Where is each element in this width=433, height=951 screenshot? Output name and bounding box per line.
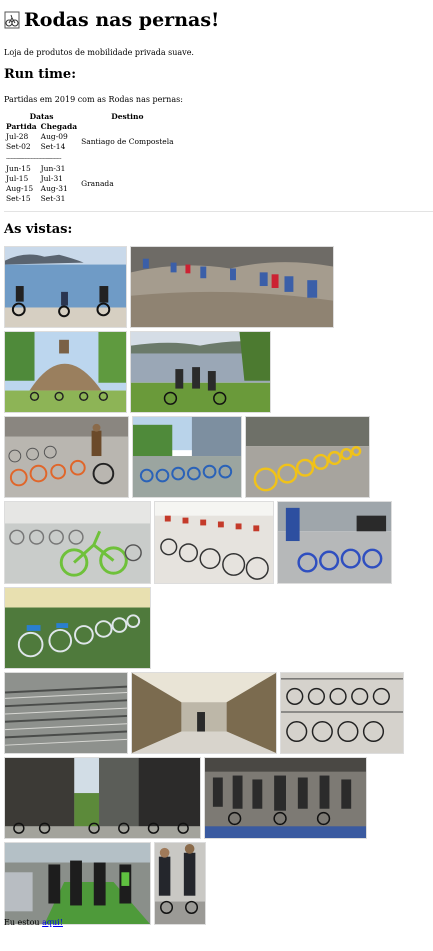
location-link[interactable]: aqui! <box>42 918 63 927</box>
footer: Eu estou aqui! <box>4 918 63 927</box>
arrival-cell: Jun-31 <box>40 164 66 173</box>
table-row: Jul-28 Aug-09 Santiago de Compostela <box>4 132 176 146</box>
photo-gallery <box>4 246 433 925</box>
departure-cell: Jun-15 <box>6 164 31 173</box>
photo-stupa-cyclists <box>4 331 127 413</box>
photo-yellow-share-bikes <box>245 416 370 498</box>
arrival-cell: Aug-09 <box>40 132 68 141</box>
destination-cell: Santiago de Compostela <box>81 137 174 146</box>
departure-cell: Set-15 <box>6 194 31 203</box>
arrival-header: Chegada <box>40 122 78 131</box>
table-row: Jun-15 Jun-31 Granada <box>4 164 176 188</box>
runtime-intro: Partidas em 2019 com as Rodas nas pernas… <box>4 95 183 104</box>
arrival-cell: Jul-31 <box>40 174 63 183</box>
photo-commuter-crowd <box>204 757 367 839</box>
photo-cyclists-by-lake <box>4 246 127 328</box>
runtime-heading: Run time: <box>4 67 77 82</box>
table-separator: ------------------------------------ <box>6 155 61 162</box>
photo-blue-dock-bikes <box>132 416 242 498</box>
photo-two-tier-racks <box>280 672 404 754</box>
departure-header: Partida <box>6 122 37 131</box>
tagline: Loja de produtos de mobilidade privada s… <box>4 48 194 57</box>
departure-cell: Jul-15 <box>6 174 29 183</box>
photo-city-street-cyclists <box>4 757 201 839</box>
photo-white-bikes-on-green <box>4 587 151 669</box>
footer-text: Eu estou <box>4 918 43 927</box>
runtime-table: Datas Destino Partida Chegada Jul-28 Aug… <box>4 112 176 204</box>
photo-indoor-bike-garage <box>131 672 277 754</box>
destination-header: Destino <box>111 112 144 121</box>
destination-cell: Granada <box>81 179 114 188</box>
photo-orange-share-bikes <box>4 416 129 498</box>
photo-bike-lane-commuters <box>4 842 151 925</box>
photo-blue-station-bikes <box>277 501 392 584</box>
gallery-heading: As vistas: <box>4 222 73 237</box>
photo-white-dock-bikes <box>154 501 274 584</box>
page-title-text: Rodas nas pernas! <box>24 9 220 31</box>
photo-bike-parking-lot <box>4 672 128 754</box>
departure-cell: Aug-15 <box>6 184 34 193</box>
arrival-cell: Set-31 <box>40 194 66 203</box>
arrival-cell: Set-14 <box>40 142 66 151</box>
photo-lakeside-riders <box>130 331 271 413</box>
dates-header: Datas <box>29 112 54 121</box>
page-title: Rodas nas pernas! <box>4 8 433 32</box>
arrival-cell: Aug-31 <box>40 184 68 193</box>
bicycle-logo-icon <box>4 11 20 29</box>
photo-suited-cyclists <box>154 842 206 925</box>
departure-cell: Set-02 <box>6 142 31 151</box>
photo-mountain-bike-group <box>130 246 334 328</box>
photo-green-share-bikes <box>4 501 151 584</box>
section-divider <box>4 211 433 212</box>
departure-cell: Jul-28 <box>6 132 29 141</box>
